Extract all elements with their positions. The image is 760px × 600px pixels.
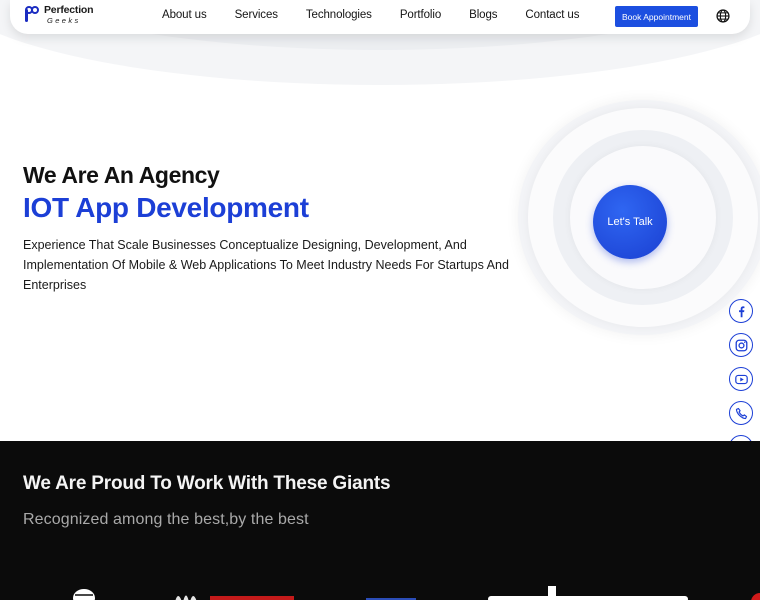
globe-icon[interactable] — [716, 9, 730, 23]
client-logo-wordmark — [488, 586, 688, 600]
phone-icon[interactable] — [729, 401, 753, 425]
book-appointment-button[interactable]: Book Appointment — [615, 6, 698, 27]
youtube-icon[interactable] — [729, 367, 753, 391]
logo-text: Perfection Geeks — [44, 4, 94, 25]
lets-talk-rings: Let's Talk — [518, 100, 760, 335]
giants-subtitle: Recognized among the best,by the best — [23, 511, 309, 528]
giants-title: We Are Proud To Work With These Giants — [23, 473, 391, 494]
client-logos — [0, 584, 760, 600]
logo-name: Perfection — [44, 4, 94, 16]
client-logo-blue — [366, 598, 416, 600]
nav-about[interactable]: About us — [162, 9, 207, 21]
logo[interactable]: Perfection Geeks — [24, 4, 94, 25]
lets-talk-button[interactable]: Let's Talk — [593, 185, 667, 259]
instagram-icon[interactable] — [729, 333, 753, 357]
logo-mark-icon — [24, 5, 40, 23]
nav-technologies[interactable]: Technologies — [306, 9, 372, 21]
facebook-icon[interactable] — [729, 299, 753, 323]
hero-subtitle: We Are An Agency — [23, 162, 220, 188]
logo-sub: Geeks — [47, 15, 81, 25]
client-logo-red — [210, 596, 294, 600]
client-logo-petals — [175, 595, 197, 600]
hero-description: Experience That Scale Businesses Concept… — [23, 238, 509, 292]
nav-portfolio[interactable]: Portfolio — [400, 9, 441, 21]
giants-section: We Are Proud To Work With These Giants R… — [0, 441, 760, 600]
client-logo-partial — [751, 593, 760, 600]
site-header: Perfection Geeks About us Services Techn… — [10, 0, 750, 34]
nav-contact[interactable]: Contact us — [525, 9, 579, 21]
nav-blogs[interactable]: Blogs — [469, 9, 497, 21]
nav-services[interactable]: Services — [235, 9, 278, 21]
hero-title: IOT App Development — [23, 192, 309, 223]
main-nav: About us Services Technologies Portfolio… — [162, 9, 607, 21]
client-logo-globe — [73, 589, 95, 600]
